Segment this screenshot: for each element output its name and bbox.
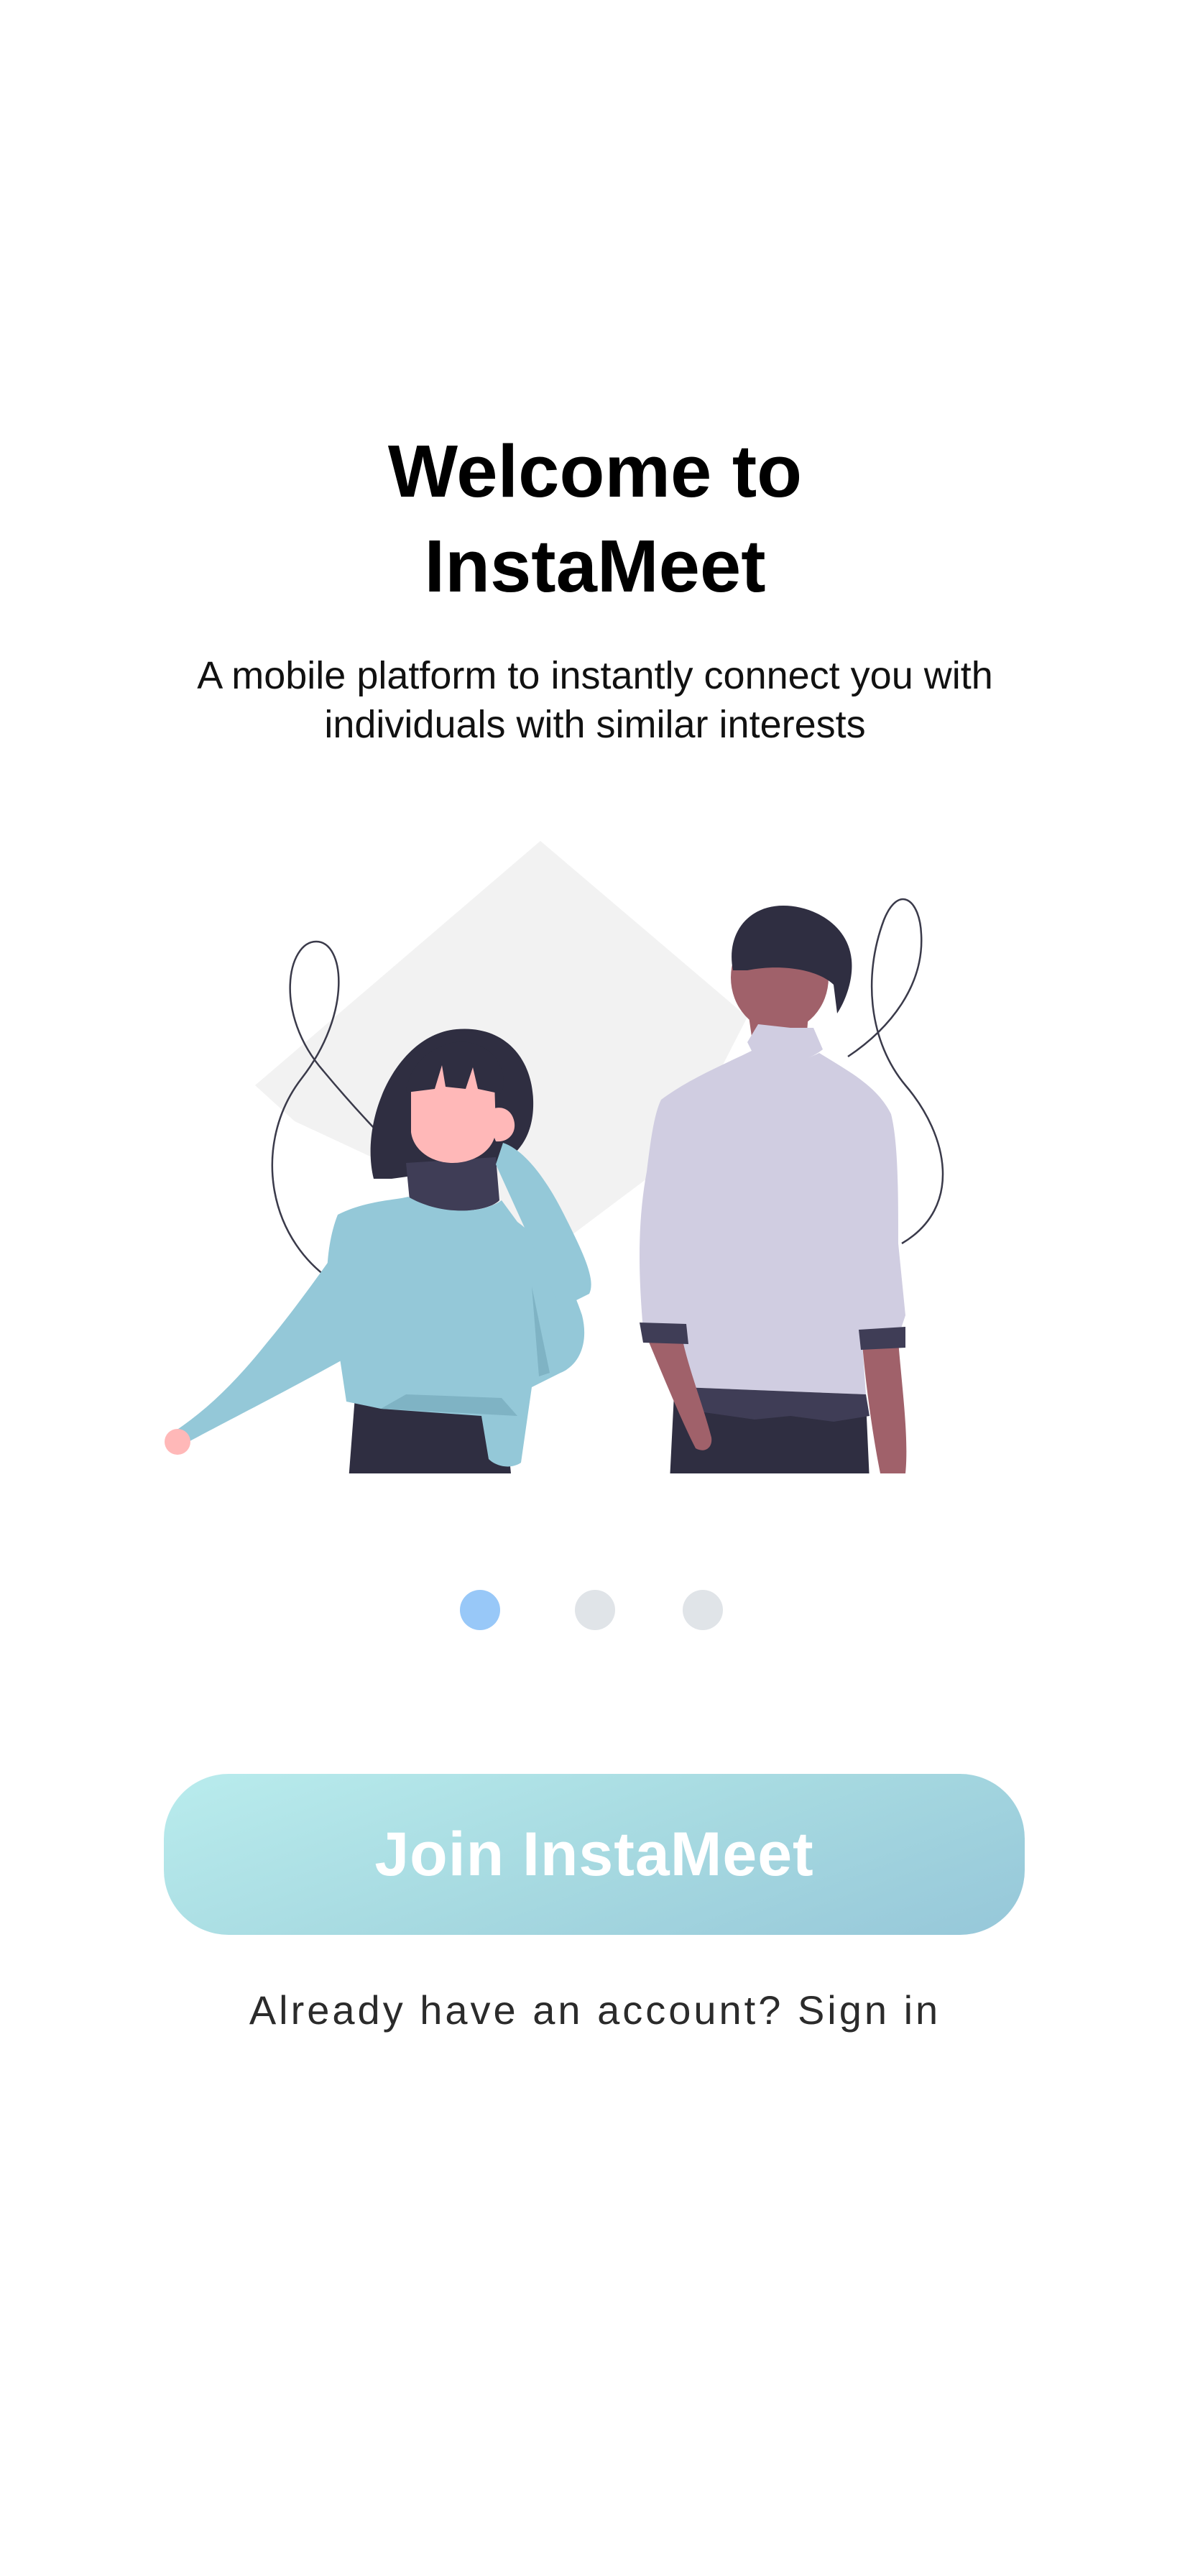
page-subtitle: A mobile platform to instantly connect y…: [197, 654, 993, 746]
page-title: Welcome to InstaMeet: [0, 424, 1190, 614]
signin-link[interactable]: Sign in: [798, 1987, 941, 2033]
onboarding-screen: Welcome to InstaMeet A mobile platform t…: [0, 0, 1190, 2576]
page-indicator: [0, 1590, 1190, 1630]
signin-prompt-text: Already have an account?: [249, 1987, 784, 2033]
join-button[interactable]: Join InstaMeet: [164, 1774, 1025, 1935]
title-line-2: InstaMeet: [424, 525, 766, 607]
page-indicator-dot-1[interactable]: [460, 1590, 500, 1630]
page-indicator-dot-2[interactable]: [575, 1590, 615, 1630]
page-indicator-dot-3[interactable]: [683, 1590, 723, 1630]
signin-prompt-row: Already have an account? Sign in: [0, 1985, 1190, 2036]
title-line-1: Welcome to: [387, 430, 803, 512]
two-people-illustration: [165, 841, 944, 1473]
